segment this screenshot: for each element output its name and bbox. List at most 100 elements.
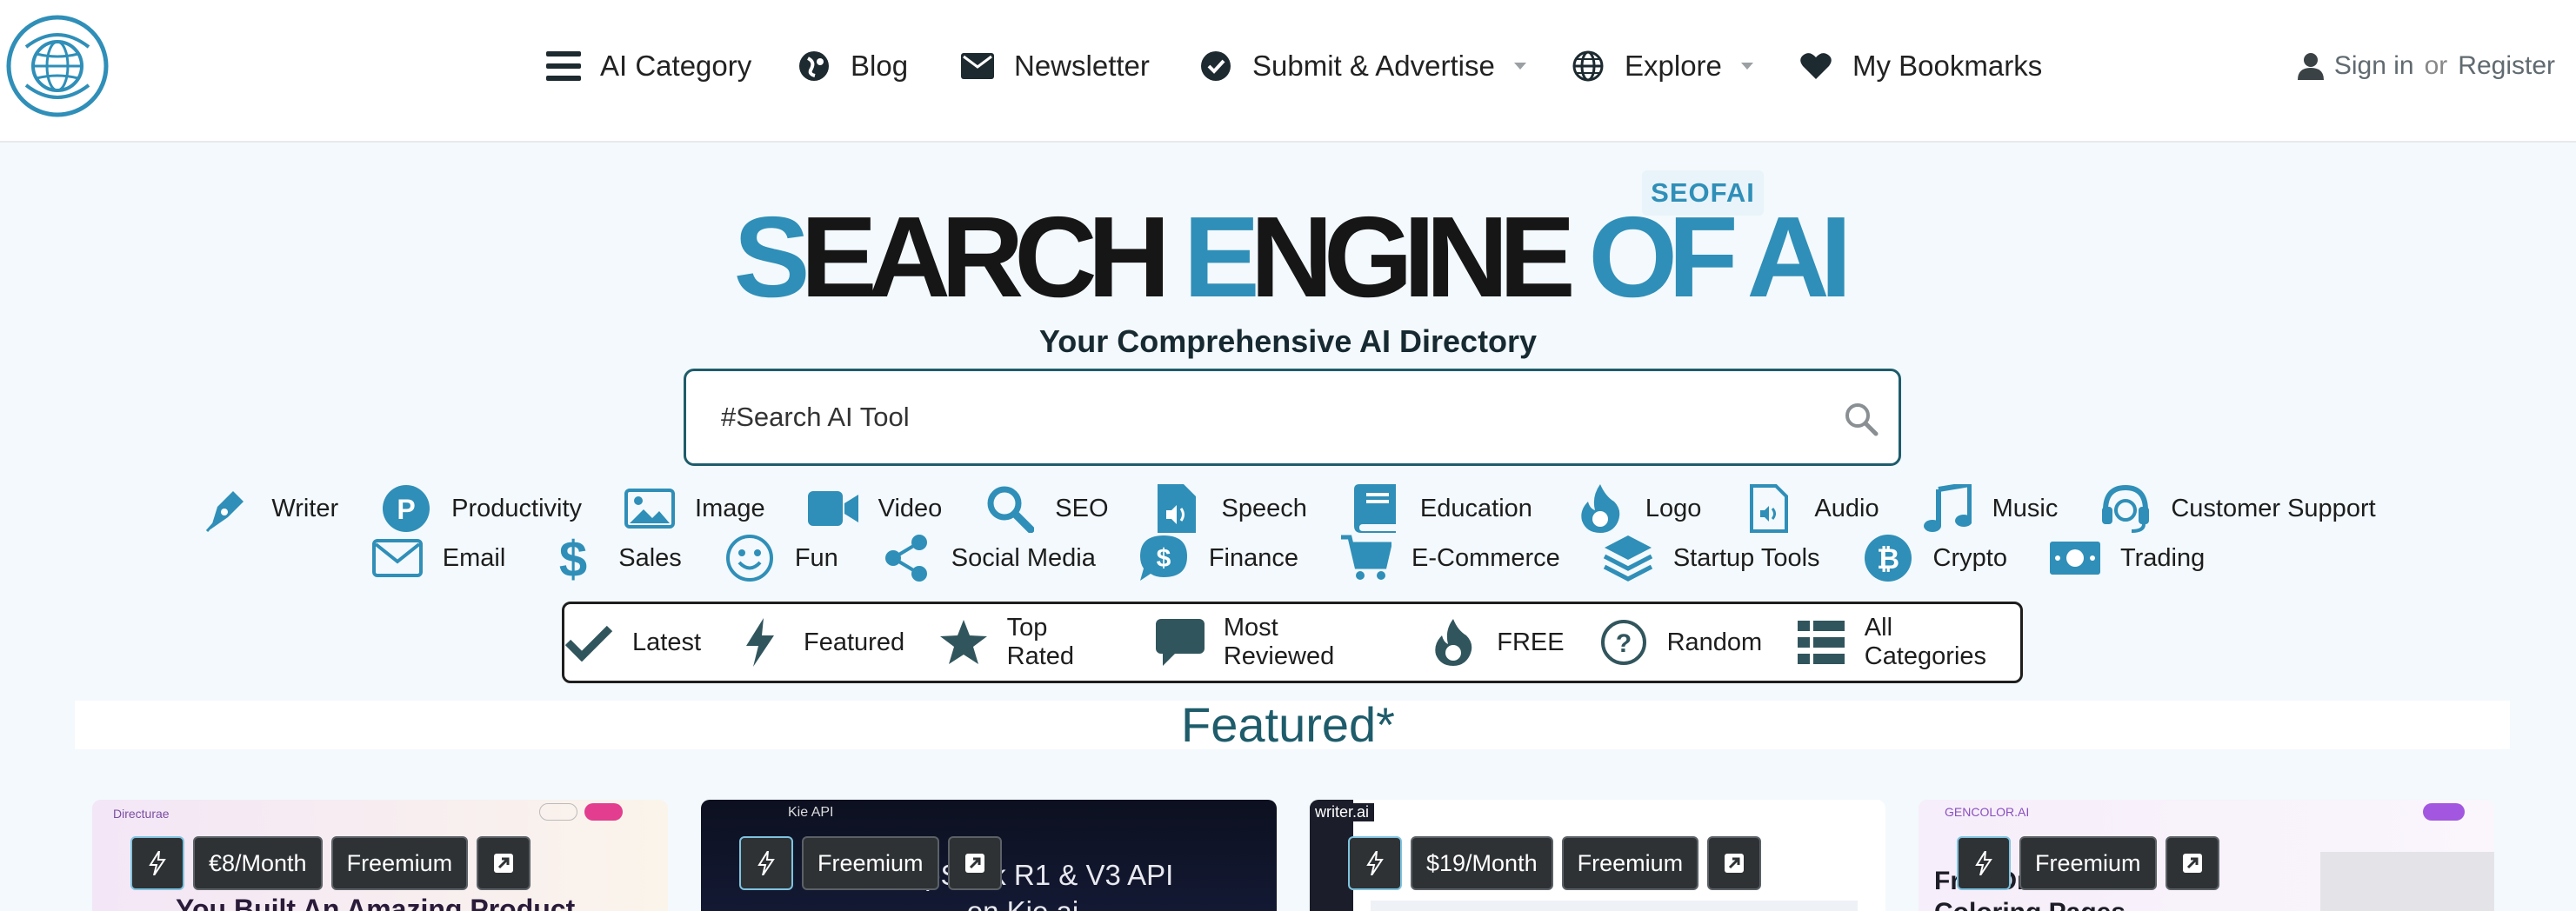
category-audio[interactable]: Audio [1743,482,1879,535]
category-crypto-label: Crypto [1932,543,2007,572]
filter-latest-label: Latest [632,628,701,656]
featured-card[interactable]: GENCOLOR.AI Free Online AI Coloring Page… [1919,800,2494,911]
top-navigation-bar: AI Category Blog Newsletter Submit & Adv… [0,0,2576,143]
category-education-label: Education [1419,494,1532,522]
category-trading[interactable]: Trading [2049,532,2205,584]
category-e-commerce[interactable]: E-Commerce [1340,532,1560,584]
filter-featured[interactable]: Featured [736,618,904,667]
category-email[interactable]: Email [371,532,505,584]
category-image[interactable]: Image [624,482,765,535]
dollar-icon: $ [547,532,599,584]
layers-icon [1602,532,1654,584]
card-tags: Freemium [1957,836,2219,890]
search-icon[interactable] [1843,401,1879,437]
category-speech[interactable]: Speech [1151,482,1307,535]
bolt-icon [736,618,784,667]
featured-bolt-icon[interactable] [1957,836,2011,890]
cart-icon [1340,532,1392,584]
featured-card[interactable]: writer.ai $19/Month Freemium [1310,800,1885,911]
filter-free-label: FREE [1497,628,1565,656]
featured-card[interactable]: Kie API DeepSeek R1 & V3 API on Kie.ai F… [701,800,1277,911]
check-circle-icon [1197,47,1235,85]
filter-top-rated[interactable]: Top Rated [939,614,1121,671]
finance-icon: $ [1138,532,1190,584]
audio-doc-icon [1743,482,1795,535]
category-music[interactable]: Music [1921,482,2058,535]
featured-card[interactable]: Directurae You Built An Amazing Product … [92,800,668,911]
filter-latest[interactable]: Latest [564,618,701,667]
page-title: SEARCH ENGINE OF AI [0,196,2576,318]
category-startup-tools[interactable]: Startup Tools [1602,532,1820,584]
category-finance-label: Finance [1208,543,1298,572]
globe-icon [1569,47,1607,85]
search-input[interactable] [721,389,1799,446]
category-logo[interactable]: Logo [1574,482,1701,535]
external-link-icon[interactable] [2165,836,2219,890]
category-fun[interactable]: Fun [724,532,838,584]
category-productivity[interactable]: P Productivity [380,482,582,535]
nav-explore[interactable]: Explore [1569,42,1753,90]
user-icon [2297,52,2324,80]
site-logo[interactable] [5,14,110,118]
nav-newsletter-label: Newsletter [1014,50,1150,82]
star-icon [939,618,988,667]
card-tags: Freemium [739,836,1002,890]
category-audio-label: Audio [1814,494,1879,522]
category-customer-support[interactable]: Customer Support [2099,482,2376,535]
chevron-down-icon [1740,63,1753,70]
filter-most-reviewed[interactable]: Most Reviewed [1155,614,1394,671]
svg-text:$: $ [1156,544,1171,573]
filter-random[interactable]: ? Random [1599,618,1762,667]
globe-logo-icon [6,15,109,117]
svg-text:?: ? [1615,629,1631,658]
auth-links: Sign in or Register [2297,43,2555,89]
category-social-media[interactable]: Social Media [880,532,1096,584]
thumb-login-pill [539,803,577,821]
nav-newsletter[interactable]: Newsletter [958,42,1150,90]
filter-free[interactable]: FREE [1429,618,1565,667]
thumb-try-now-pill [2423,803,2465,821]
fire-icon [1429,618,1478,667]
category-speech-label: Speech [1221,494,1307,522]
menu-icon [544,47,583,85]
register-link[interactable]: Register [2458,51,2555,81]
featured-bolt-icon[interactable] [130,836,184,890]
search-icon [984,482,1036,535]
nav-my-bookmarks[interactable]: My Bookmarks [1797,42,2042,90]
category-customer-support-label: Customer Support [2171,494,2376,522]
category-sales-label: Sales [618,543,682,572]
pricing-model-tag: Freemium [802,836,939,890]
filter-all-categories[interactable]: All Categories [1797,614,2020,671]
sign-in-link[interactable]: Sign in [2334,51,2414,81]
category-education[interactable]: Education [1349,482,1532,535]
nav-ai-category[interactable]: AI Category [544,42,751,90]
filter-featured-label: Featured [804,628,905,656]
thumb-brand: Kie API [788,805,834,820]
category-row-2: Email $ Sales Fun Social Media $ Finance… [0,530,2576,586]
featured-bolt-icon[interactable] [739,836,793,890]
category-writer-label: Writer [271,494,339,522]
flame-icon [1574,482,1626,535]
thumb-headline: You Built An Amazing Product [176,894,576,911]
nav-submit-advertise[interactable]: Submit & Advertise [1197,42,1526,90]
price-tag: $19/Month [1411,836,1553,890]
external-link-icon[interactable] [1707,836,1762,890]
category-crypto[interactable]: ₿ Crypto [1862,532,2007,584]
category-finance[interactable]: $ Finance [1138,532,1298,584]
nav-blog[interactable]: Blog [795,42,908,90]
category-sales[interactable]: $ Sales [547,532,682,584]
external-link-icon[interactable] [947,836,1002,890]
music-note-icon [1921,482,1973,535]
category-trading-label: Trading [2119,543,2206,572]
external-link-icon[interactable] [477,836,531,890]
category-writer[interactable]: Writer [200,482,338,535]
search-box [684,369,1901,466]
title-part-of-ai: OF AI [1588,193,1852,321]
category-row-1: Writer P Productivity Image Video SEO Sp… [0,482,2576,535]
featured-bolt-icon[interactable] [1348,836,1402,890]
headset-icon [2099,482,2152,535]
category-seo[interactable]: SEO [984,482,1109,535]
category-video[interactable]: Video [807,482,942,535]
title-part-s: S [733,193,811,321]
share-icon [880,532,932,584]
